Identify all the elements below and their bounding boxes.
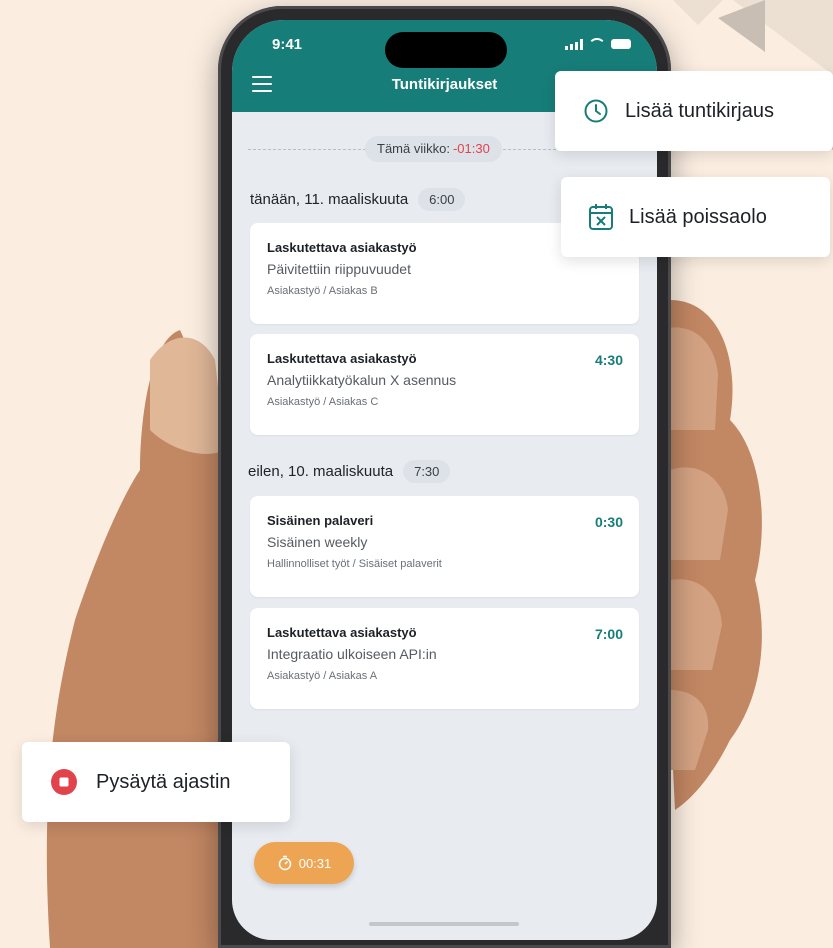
- entry-path: Asiakastyö / Asiakas B: [267, 285, 378, 297]
- wifi-icon: [588, 38, 606, 50]
- entry-title: Laskutettava asiakastyö: [267, 240, 417, 255]
- day-total-badge: 6:00: [418, 188, 466, 211]
- entry-path: Asiakastyö / Asiakas A: [267, 670, 378, 682]
- week-summary-label: Tämä viikko:: [377, 141, 450, 156]
- add-hour-entry-label: Lisää tuntikirjaus: [625, 99, 774, 122]
- entry-title: Laskutettava asiakastyö: [267, 351, 417, 366]
- entry-title: Sisäinen palaveri: [267, 513, 374, 528]
- calendar-x-icon: [589, 204, 613, 230]
- week-summary-pill: Tämä viikko: -01:30: [365, 136, 502, 162]
- signal-icon: [565, 38, 583, 50]
- entry-description: Integraatio ulkoiseen API:in: [267, 646, 437, 662]
- stop-timer-label: Pysäytä ajastin: [96, 770, 231, 793]
- day-header: tänään, 11. maaliskuuta 6:00: [250, 188, 466, 211]
- entry-title: Laskutettava asiakastyö: [267, 625, 417, 640]
- entry-card[interactable]: Sisäinen palaveri Sisäinen weekly Hallin…: [250, 496, 639, 597]
- timer-button[interactable]: 00:31: [254, 842, 354, 884]
- day-header-label: tänään, 11. maaliskuuta: [250, 191, 409, 208]
- add-absence-label: Lisää poissaolo: [629, 205, 767, 228]
- entry-description: Sisäinen weekly: [267, 534, 368, 550]
- entry-time: 0:30: [594, 514, 623, 530]
- status-time: 9:41: [272, 36, 303, 53]
- day-header: eilen, 10. maaliskuuta 7:30: [248, 460, 451, 483]
- stopwatch-icon: [278, 855, 291, 871]
- entry-description: Analytiikkatyökalun X asennus: [267, 372, 457, 388]
- day-total-badge: 7:30: [403, 460, 451, 483]
- dynamic-island: [385, 32, 507, 68]
- week-summary-value: -01:30: [452, 141, 490, 156]
- phone-screen: 9:41 Tuntikirjaukset Tämä viikko: -01:30 …: [232, 20, 657, 940]
- battery-icon: [611, 39, 631, 49]
- entry-time: 7:00: [594, 626, 623, 642]
- status-icons: [565, 38, 631, 50]
- add-hour-entry-button[interactable]: Lisää tuntikirjaus: [555, 71, 833, 151]
- day-header-label: eilen, 10. maaliskuuta: [248, 463, 394, 480]
- entry-card[interactable]: Laskutettava asiakastyö Integraatio ulko…: [250, 608, 639, 709]
- entry-path: Asiakastyö / Asiakas C: [267, 396, 379, 408]
- entry-description: Päivitettiin riippuvuudet: [267, 261, 411, 277]
- clock-icon: [584, 99, 608, 123]
- stop-timer-button[interactable]: Pysäytä ajastin: [22, 742, 290, 822]
- add-absence-button[interactable]: Lisää poissaolo: [561, 177, 830, 257]
- entry-card[interactable]: Laskutettava asiakastyö Analytiikkatyöka…: [250, 334, 639, 435]
- home-indicator: [369, 922, 519, 926]
- stop-icon: [51, 769, 77, 795]
- entry-path: Hallinnolliset työt / Sisäiset palaverit: [267, 558, 442, 570]
- entry-time: 4:30: [594, 352, 623, 368]
- timer-value: 00:31: [298, 855, 332, 871]
